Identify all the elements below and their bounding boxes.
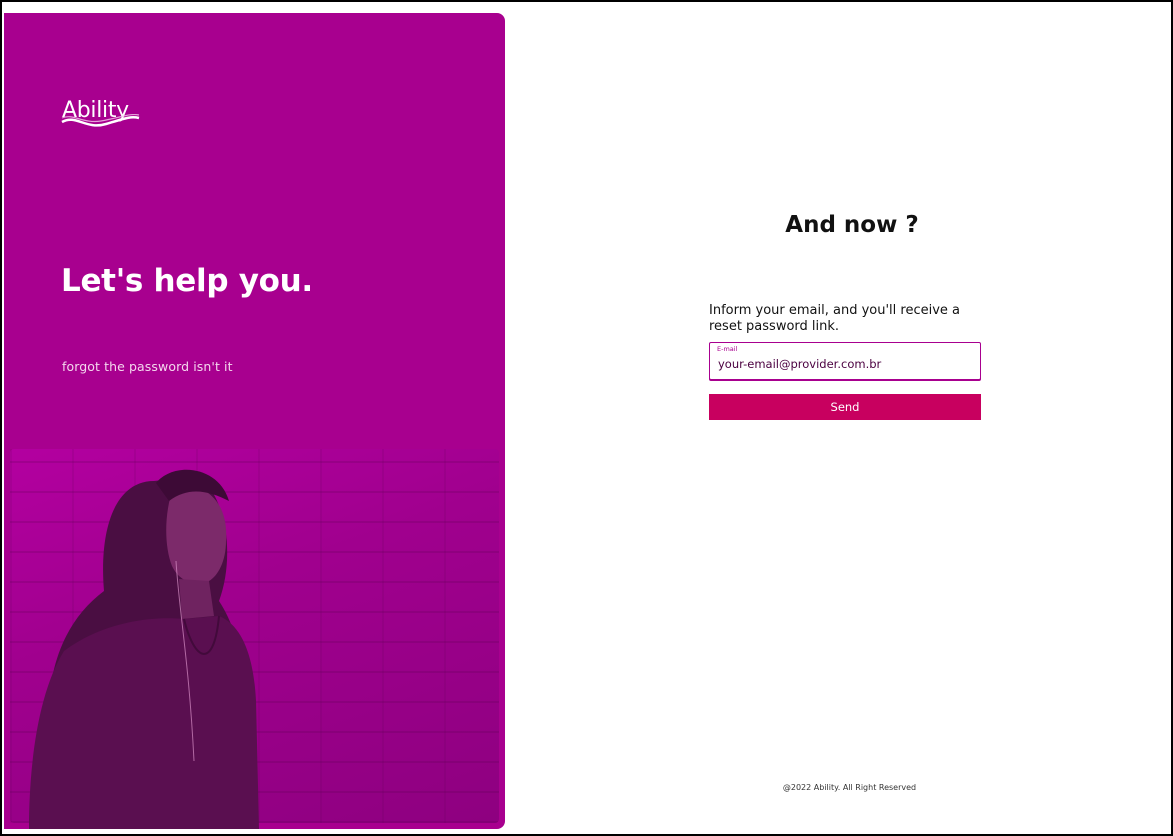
hero-panel: Ability Let's help you. forgot the passw… [4,13,505,829]
page-frame: Ability Let's help you. forgot the passw… [0,0,1173,836]
woman-illustration [29,469,259,829]
email-field[interactable]: E-mail [709,342,981,380]
hero-headline: Let's help you. [61,263,313,299]
form-instructions: Inform your email, and you'll receive a … [709,303,961,334]
hero-subline: forgot the password isn't it [62,359,233,374]
footer-copyright: @2022 Ability. All Right Reserved [782,783,917,792]
logo-wave-icon [61,114,140,127]
email-field-label: E-mail [717,345,738,353]
email-input[interactable] [718,355,973,373]
brand-logo: Ability [61,88,141,143]
hero-photo [4,441,505,829]
form-title: And now ? [785,212,919,238]
send-button[interactable]: Send [709,394,981,420]
